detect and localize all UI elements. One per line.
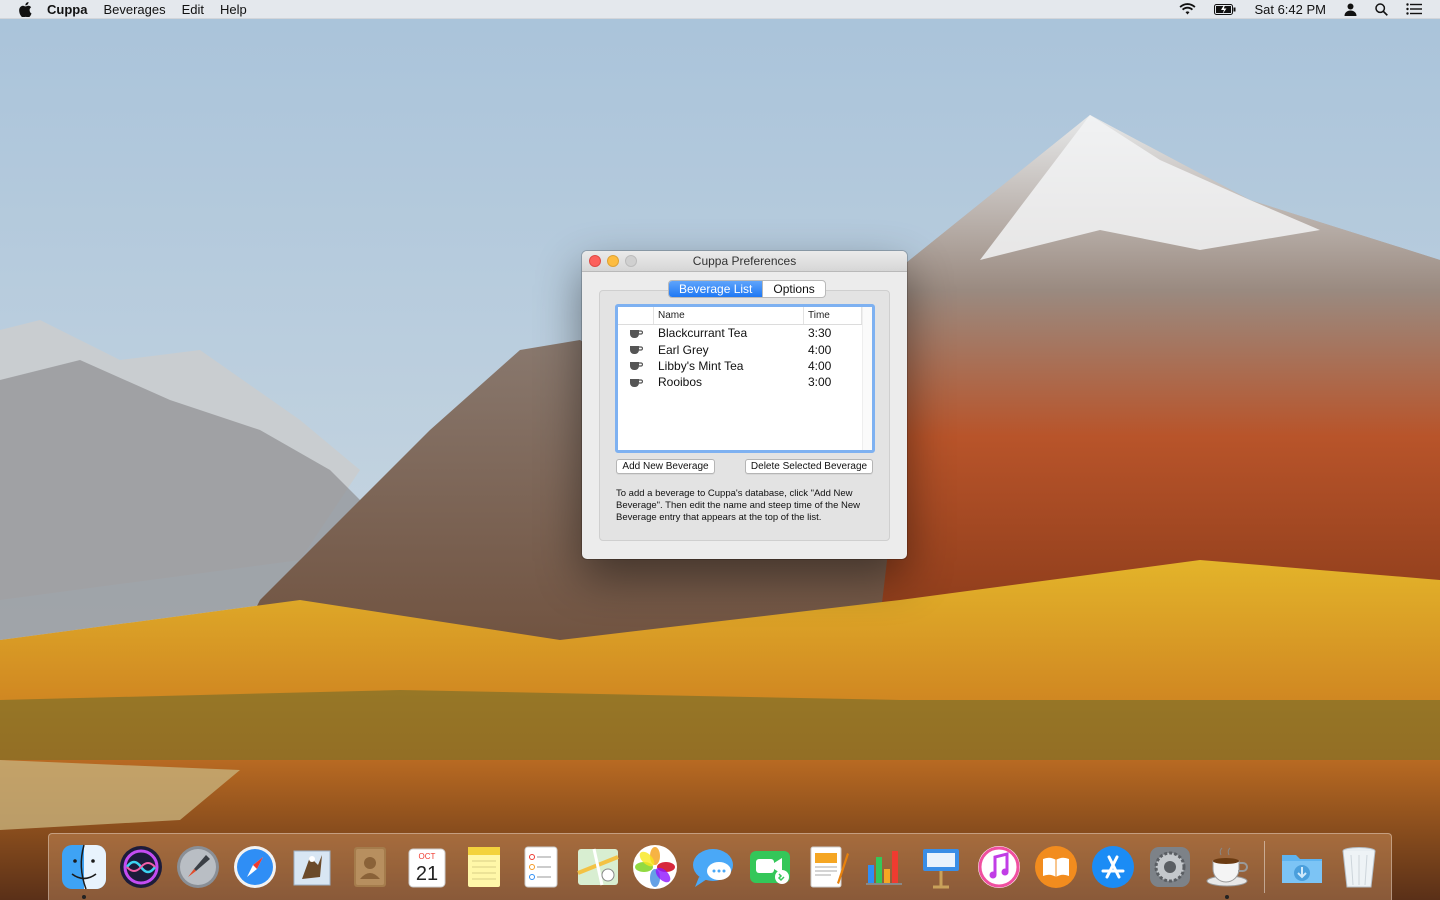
apple-menu-icon[interactable] bbox=[15, 1, 35, 17]
downloads-icon[interactable] bbox=[1273, 834, 1330, 900]
ibooks-icon[interactable] bbox=[1027, 834, 1084, 900]
delete-beverage-button[interactable]: Delete Selected Beverage bbox=[745, 459, 873, 474]
keynote-icon[interactable] bbox=[913, 834, 970, 900]
tab-beverage-list[interactable]: Beverage List bbox=[669, 281, 763, 297]
table-row[interactable]: Libby's Mint Tea 4:00 bbox=[618, 358, 872, 374]
user-icon[interactable] bbox=[1344, 3, 1357, 16]
column-header-name[interactable]: Name bbox=[654, 307, 804, 324]
tab-options[interactable]: Options bbox=[762, 281, 824, 297]
beverage-name[interactable]: Libby's Mint Tea bbox=[654, 359, 804, 373]
beverage-name[interactable]: Blackcurrant Tea bbox=[654, 326, 804, 340]
menu-bar: Cuppa Beverages Edit Help Sat 6:42 PM bbox=[0, 0, 1440, 19]
teacup-icon bbox=[618, 378, 654, 387]
table-header: Name Time bbox=[618, 307, 872, 325]
notification-center-icon[interactable] bbox=[1406, 3, 1422, 15]
help-text: To add a beverage to Cuppa's database, c… bbox=[616, 488, 861, 523]
teacup-icon bbox=[618, 345, 654, 355]
table-row[interactable]: Blackcurrant Tea 3:30 bbox=[618, 325, 872, 341]
beverage-table[interactable]: Name Time Blackcurrant Tea 3:30 Earl Gre… bbox=[615, 304, 875, 453]
mail-icon[interactable] bbox=[284, 834, 341, 900]
beverage-time[interactable]: 3:00 bbox=[804, 375, 862, 389]
calendar-month: OCT bbox=[418, 852, 435, 861]
menu-help[interactable]: Help bbox=[220, 2, 247, 17]
menu-app-name[interactable]: Cuppa bbox=[47, 2, 87, 17]
close-button[interactable] bbox=[589, 255, 601, 267]
app-store-icon[interactable] bbox=[1084, 834, 1141, 900]
beverage-time[interactable]: 3:30 bbox=[804, 326, 862, 340]
system-preferences-icon[interactable] bbox=[1142, 834, 1199, 900]
notes-icon[interactable] bbox=[455, 834, 512, 900]
facetime-icon[interactable] bbox=[741, 834, 798, 900]
preferences-window: Cuppa Preferences Beverage List Options … bbox=[582, 251, 907, 559]
spotlight-search-icon[interactable] bbox=[1375, 2, 1388, 16]
minimize-button[interactable] bbox=[607, 255, 619, 267]
dock: OCT 21 bbox=[48, 833, 1392, 900]
table-row[interactable]: Earl Grey 4:00 bbox=[618, 341, 872, 357]
beverage-name[interactable]: Earl Grey bbox=[654, 343, 804, 357]
menu-edit[interactable]: Edit bbox=[182, 2, 204, 17]
dock-separator bbox=[1263, 841, 1265, 893]
calendar-icon[interactable]: OCT 21 bbox=[398, 834, 455, 900]
window-title: Cuppa Preferences bbox=[692, 254, 797, 268]
siri-icon[interactable] bbox=[112, 834, 169, 900]
tab-segmented-control: Beverage List Options bbox=[668, 280, 826, 298]
add-beverage-button[interactable]: Add New Beverage bbox=[616, 459, 715, 474]
teacup-icon bbox=[618, 329, 654, 338]
launchpad-icon[interactable] bbox=[169, 834, 226, 900]
column-header-time[interactable]: Time bbox=[804, 307, 862, 324]
window-titlebar[interactable]: Cuppa Preferences bbox=[582, 251, 907, 272]
cuppa-icon[interactable] bbox=[1199, 834, 1256, 900]
beverage-time[interactable]: 4:00 bbox=[804, 343, 862, 357]
finder-icon[interactable] bbox=[55, 834, 112, 900]
table-row[interactable]: Rooibos 3:00 bbox=[618, 374, 872, 390]
pages-icon[interactable] bbox=[798, 834, 855, 900]
table-body: Blackcurrant Tea 3:30 Earl Grey 4:00 Lib… bbox=[618, 325, 872, 450]
calendar-day: 21 bbox=[416, 863, 438, 885]
photos-icon[interactable] bbox=[627, 834, 684, 900]
beverage-name[interactable]: Rooibos bbox=[654, 375, 804, 389]
contacts-icon[interactable] bbox=[341, 834, 398, 900]
menu-clock[interactable]: Sat 6:42 PM bbox=[1254, 2, 1326, 17]
itunes-icon[interactable] bbox=[970, 834, 1027, 900]
safari-icon[interactable] bbox=[227, 834, 284, 900]
teacup-icon bbox=[618, 361, 654, 371]
maps-icon[interactable] bbox=[570, 834, 627, 900]
battery-icon[interactable] bbox=[1214, 3, 1236, 15]
wifi-icon[interactable] bbox=[1179, 3, 1196, 15]
numbers-icon[interactable] bbox=[856, 834, 913, 900]
beverage-time[interactable]: 4:00 bbox=[804, 359, 862, 373]
menu-beverages[interactable]: Beverages bbox=[103, 2, 165, 17]
table-scrollbar[interactable] bbox=[862, 307, 872, 450]
zoom-button bbox=[625, 255, 637, 267]
reminders-icon[interactable] bbox=[513, 834, 570, 900]
trash-icon[interactable] bbox=[1330, 834, 1387, 900]
column-header-icon[interactable] bbox=[618, 307, 654, 324]
messages-icon[interactable] bbox=[684, 834, 741, 900]
